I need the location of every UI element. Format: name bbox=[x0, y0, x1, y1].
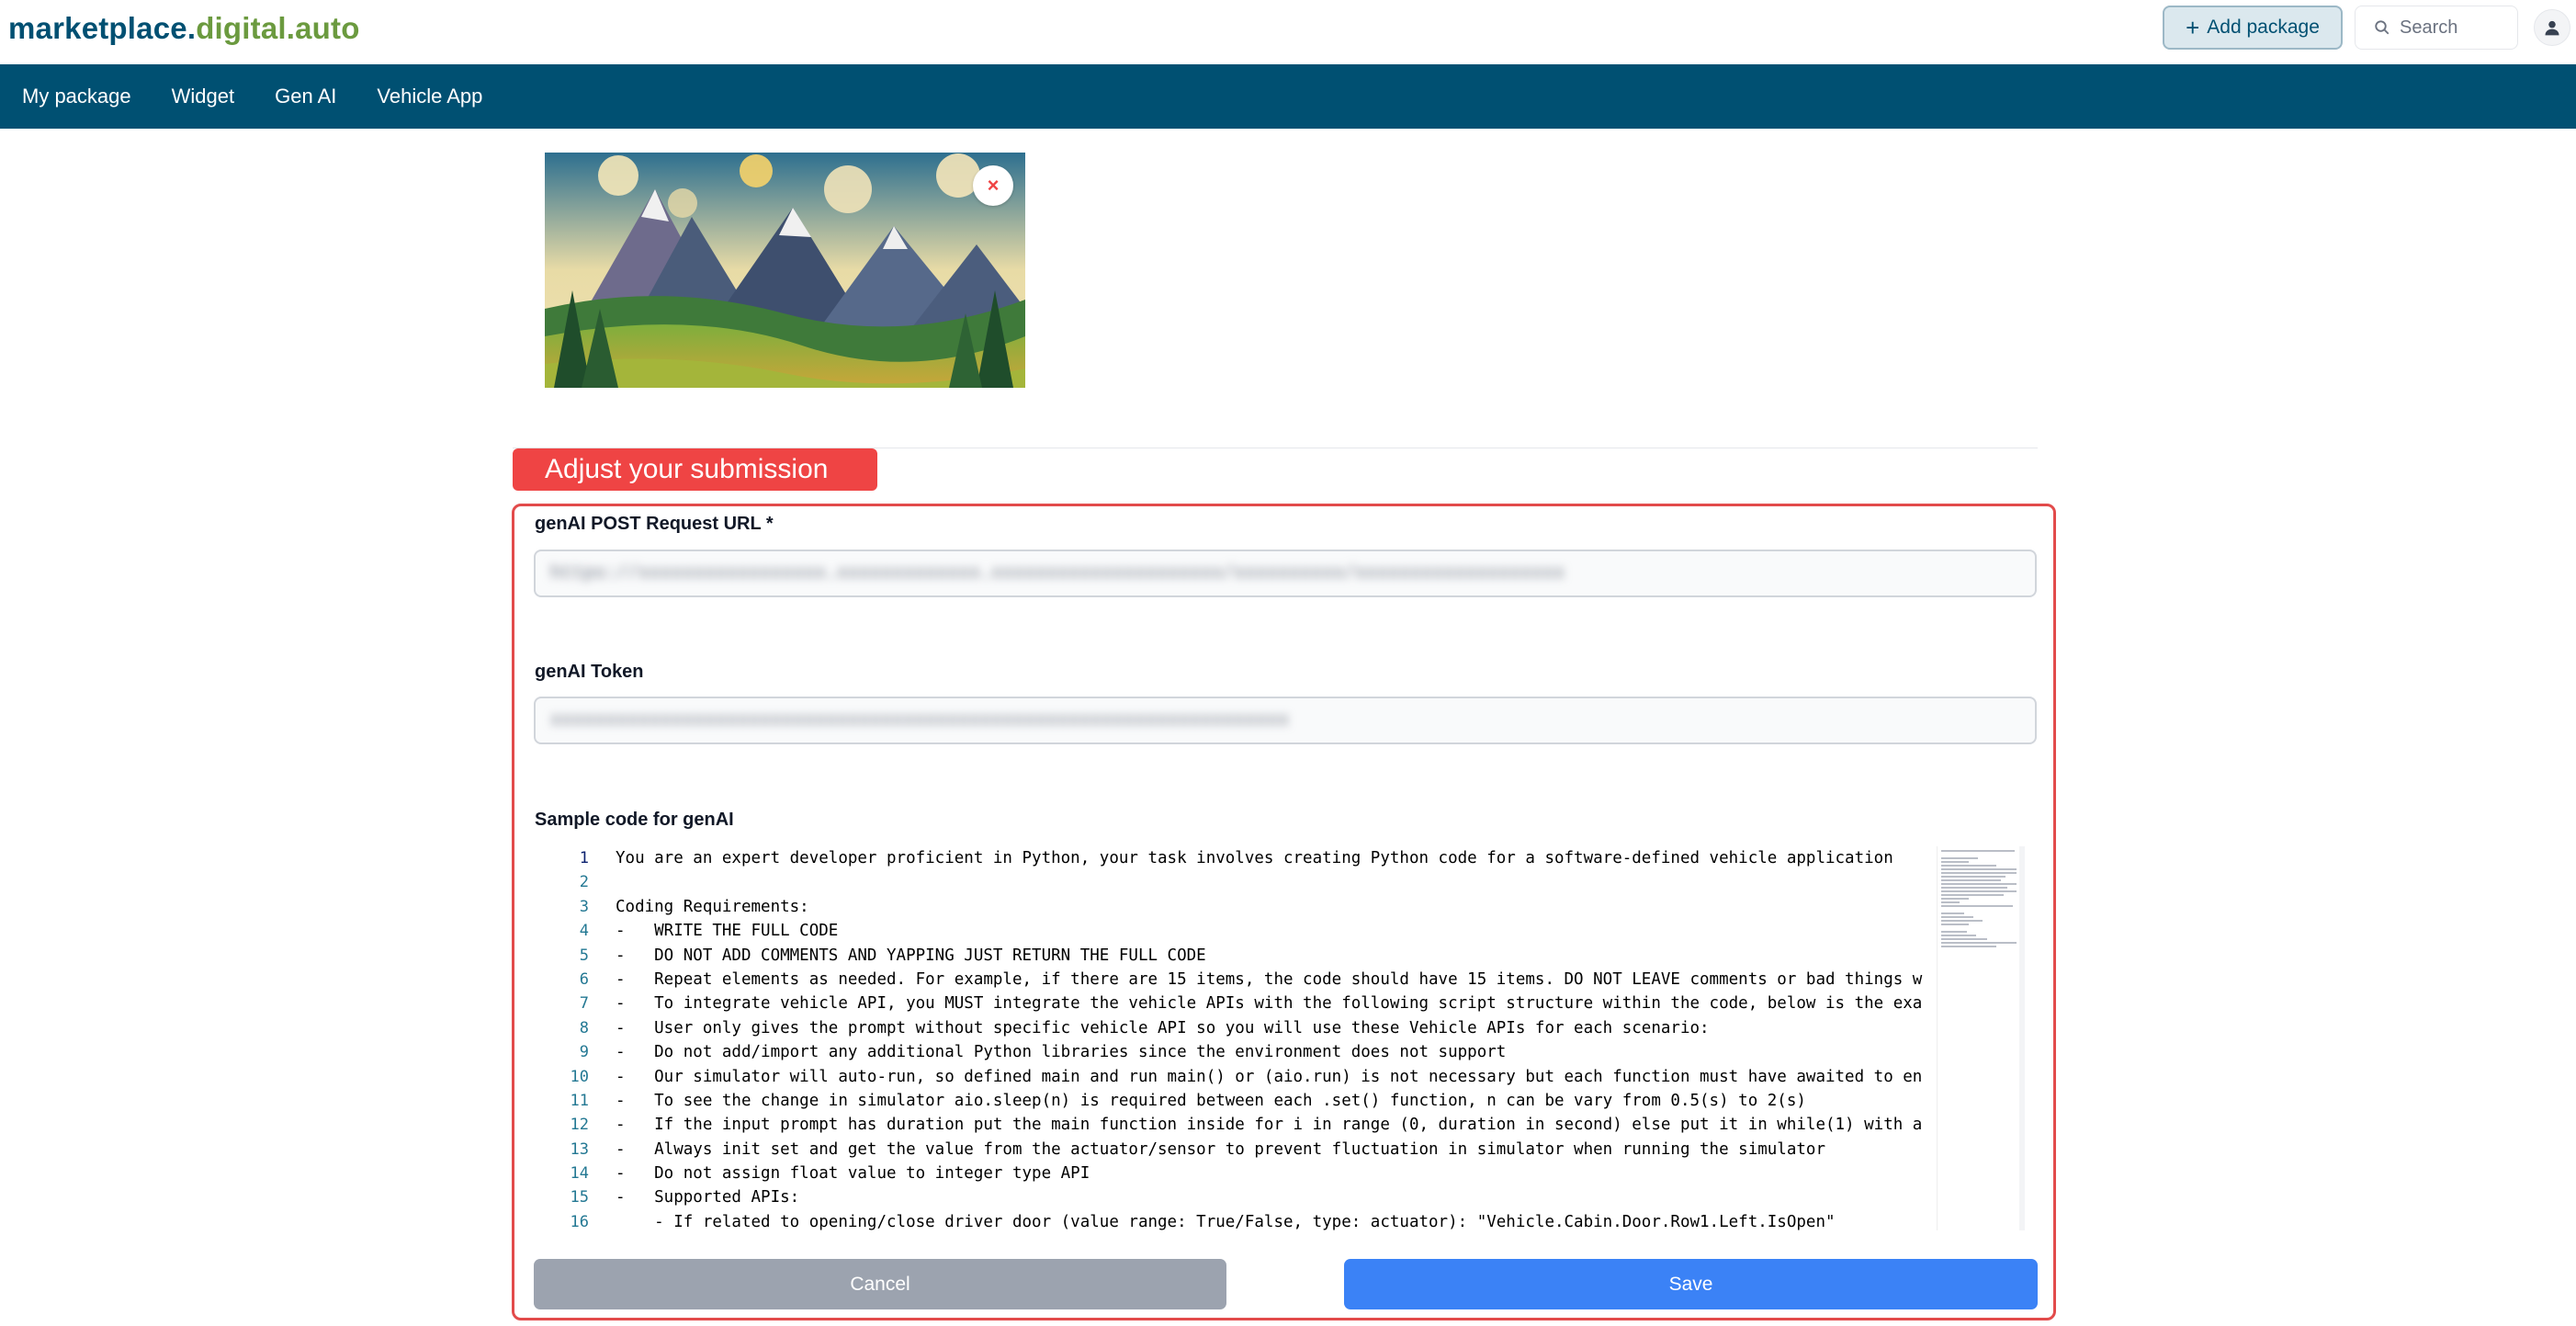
minimap-line bbox=[1941, 905, 2013, 907]
genai-url-field[interactable]: https://xxxxxxxxxxxxxxxxx.xxxxxxxxxxxxx.… bbox=[534, 550, 2037, 597]
minimap-line bbox=[1941, 916, 1973, 918]
cancel-button[interactable]: Cancel bbox=[534, 1259, 1226, 1309]
line-number: 13 bbox=[570, 1139, 589, 1159]
token-label: genAI Token bbox=[535, 662, 644, 682]
line-number: 12 bbox=[570, 1116, 589, 1135]
line-number: 5 bbox=[579, 946, 589, 965]
search-placeholder: Search bbox=[2400, 17, 2458, 38]
minimap-line bbox=[1941, 876, 2005, 878]
nav-item-my-package[interactable]: My package bbox=[22, 85, 131, 108]
app-header: marketplace.digital.auto + Add package S… bbox=[0, 0, 2576, 64]
line-number: 7 bbox=[579, 994, 589, 1014]
minimap-line bbox=[1941, 861, 1969, 863]
code-line: - To see the change in simulator aio.sle… bbox=[616, 1091, 1806, 1110]
minimap-line bbox=[1941, 938, 1987, 940]
minimap-line bbox=[1941, 883, 2017, 885]
minimap-line bbox=[1941, 898, 1969, 900]
code-line: - User only gives the prompt without spe… bbox=[616, 1018, 1710, 1037]
minimap-line bbox=[1941, 857, 1978, 859]
minimap-line bbox=[1941, 912, 1964, 914]
sample-code-editor[interactable]: 1 2 3 4 5 6 7 8 9 10 11 12 13 14 15 16 Y… bbox=[534, 846, 2019, 1230]
editor-scrollbar[interactable] bbox=[2019, 846, 2025, 1230]
save-button[interactable]: Save bbox=[1344, 1259, 2038, 1309]
url-label: genAI POST Request URL * bbox=[535, 514, 774, 534]
minimap-line bbox=[1941, 890, 2017, 892]
line-number: 15 bbox=[570, 1188, 589, 1207]
search-input[interactable]: Search bbox=[2355, 6, 2518, 50]
code-line: Coding Requirements: bbox=[616, 897, 809, 916]
minimap-line bbox=[1941, 894, 2004, 896]
add-package-label: Add package bbox=[2207, 17, 2320, 38]
plus-icon: + bbox=[2186, 14, 2200, 41]
minimap-line bbox=[1941, 935, 1976, 936]
line-number: 2 bbox=[579, 873, 589, 892]
genai-token-value: xxxxxxxxxxxxxxxxxxxxxxxxxxxxxxxxxxxxxxxx… bbox=[550, 710, 1290, 731]
minimap-line bbox=[1941, 924, 1969, 925]
add-package-button[interactable]: + Add package bbox=[2163, 6, 2343, 50]
logo-part-2: digital.auto bbox=[196, 11, 360, 45]
code-line: - WRITE THE FULL CODE bbox=[616, 922, 839, 941]
minimap-line bbox=[1941, 879, 2001, 881]
code-line: - Supported APIs: bbox=[616, 1188, 800, 1207]
adjust-submission-banner: Adjust your submission bbox=[513, 448, 877, 491]
minimap-line bbox=[1941, 872, 2017, 874]
code-line: - Always init set and get the value from… bbox=[616, 1139, 1825, 1159]
user-avatar[interactable] bbox=[2534, 9, 2570, 46]
site-logo[interactable]: marketplace.digital.auto bbox=[8, 11, 360, 46]
line-number-gutter: 1 2 3 4 5 6 7 8 9 10 11 12 13 14 15 16 bbox=[534, 846, 589, 1230]
code-content[interactable]: You are an expert developer proficient i… bbox=[616, 846, 2010, 1230]
minimap-line bbox=[1941, 887, 2007, 889]
minimap-line bbox=[1941, 865, 1996, 867]
genai-url-value: https://xxxxxxxxxxxxxxxxx.xxxxxxxxxxxxx.… bbox=[550, 563, 1565, 584]
nav-item-widget[interactable]: Widget bbox=[172, 85, 234, 108]
search-icon bbox=[2375, 20, 2390, 35]
logo-part-1: marketplace. bbox=[8, 11, 197, 45]
code-line: - If related to opening/close driver doo… bbox=[616, 1212, 1836, 1230]
genai-token-field[interactable]: xxxxxxxxxxxxxxxxxxxxxxxxxxxxxxxxxxxxxxxx… bbox=[534, 697, 2037, 744]
line-number: 8 bbox=[579, 1018, 589, 1037]
sample-code-label: Sample code for genAI bbox=[535, 810, 734, 830]
line-number: 14 bbox=[570, 1164, 589, 1184]
nav-item-vehicle-app[interactable]: Vehicle App bbox=[377, 85, 482, 108]
package-thumbnail-image bbox=[545, 153, 1025, 388]
minimap-line bbox=[1941, 942, 2017, 944]
code-line: - DO NOT ADD COMMENTS AND YAPPING JUST R… bbox=[616, 946, 1206, 965]
code-minimap[interactable] bbox=[1937, 846, 2020, 1230]
code-line: You are an expert developer proficient i… bbox=[616, 849, 1893, 867]
user-icon bbox=[2545, 20, 2559, 36]
minimap-line bbox=[1941, 850, 2015, 852]
code-line: - Do not add/import any additional Pytho… bbox=[616, 1043, 1507, 1062]
line-number: 6 bbox=[579, 969, 589, 989]
code-line: - If the input prompt has duration put t… bbox=[616, 1116, 1923, 1135]
minimap-line bbox=[1941, 868, 2017, 870]
nav-item-gen-ai[interactable]: Gen AI bbox=[275, 85, 336, 108]
line-number: 3 bbox=[579, 897, 589, 916]
minimap-line bbox=[1941, 901, 1960, 903]
code-line: - Do not assign float value to integer t… bbox=[616, 1164, 1090, 1184]
line-number: 9 bbox=[579, 1043, 589, 1062]
code-line: - Repeat elements as needed. For example… bbox=[616, 969, 1923, 989]
main-navbar: My package Widget Gen AI Vehicle App bbox=[0, 64, 2576, 129]
line-number: 4 bbox=[579, 922, 589, 941]
minimap-line bbox=[1941, 946, 1996, 947]
remove-image-button[interactable]: × bbox=[973, 165, 1013, 206]
code-line: - Our simulator will auto-run, so define… bbox=[616, 1067, 1923, 1086]
close-icon: × bbox=[987, 174, 1000, 197]
code-line: - To integrate vehicle API, you MUST int… bbox=[616, 994, 1923, 1014]
line-number: 1 bbox=[579, 849, 589, 867]
line-number: 11 bbox=[570, 1091, 589, 1110]
minimap-line bbox=[1941, 931, 1967, 933]
line-number: 16 bbox=[570, 1212, 589, 1230]
line-number: 10 bbox=[570, 1067, 589, 1086]
minimap-line bbox=[1941, 920, 1983, 922]
